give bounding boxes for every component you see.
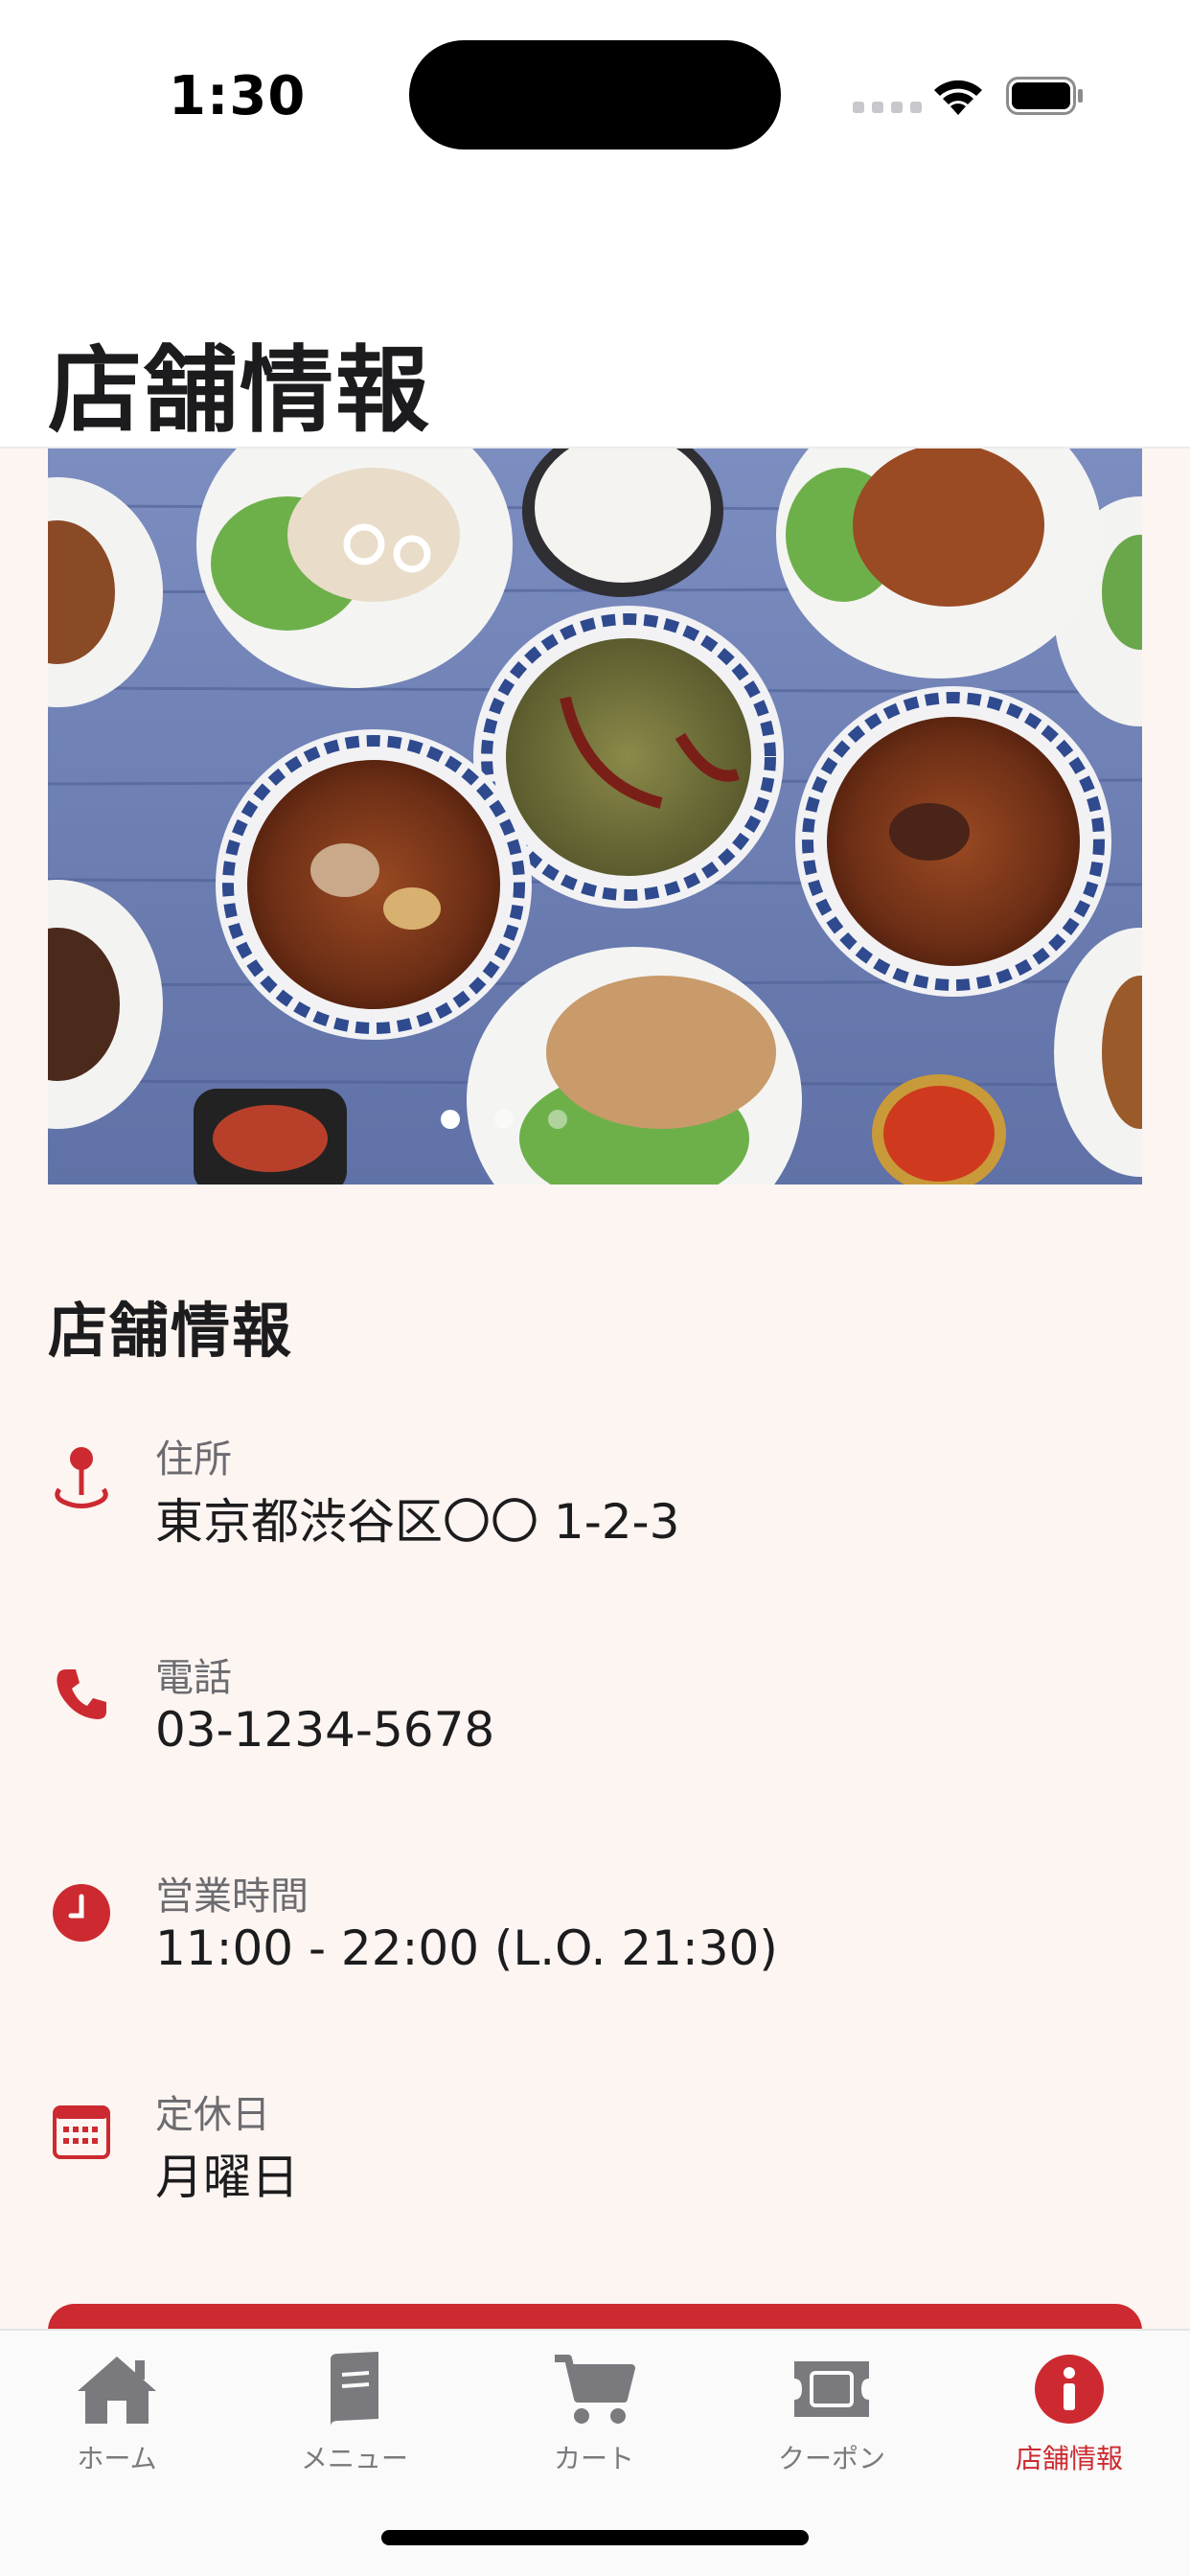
tab-menu[interactable]: メニュー bbox=[259, 2348, 450, 2492]
hours-label: 営業時間 bbox=[155, 1874, 309, 1919]
battery-icon bbox=[1006, 77, 1085, 119]
menu-book-icon bbox=[309, 2348, 400, 2430]
navigation-header: 店舗情報 bbox=[0, 192, 1190, 448]
page-dot-2[interactable] bbox=[494, 1110, 514, 1129]
tab-cart[interactable]: カート bbox=[498, 2348, 690, 2492]
store-info-heading: 店舗情報 bbox=[48, 1296, 294, 1366]
address-label: 住所 bbox=[155, 1438, 232, 1482]
calendar-icon bbox=[48, 2093, 115, 2170]
tab-home-label: ホーム bbox=[77, 2443, 157, 2474]
holiday-value: 月曜日 bbox=[155, 2150, 299, 2205]
address-row: 住所 東京都渋谷区〇〇 1-2-3 bbox=[48, 1428, 1102, 1572]
address-value[interactable]: 東京都渋谷区〇〇 1-2-3 bbox=[155, 1484, 679, 1552]
hours-value: 11:00 - 22:00 (L.O. 21:30) bbox=[155, 1920, 778, 1976]
hours-row: 営業時間 11:00 - 22:00 (L.O. 21:30) bbox=[48, 1865, 1102, 2009]
tab-coupon-label: クーポン bbox=[777, 2443, 885, 2474]
dynamic-island bbox=[409, 40, 781, 150]
tab-menu-label: メニュー bbox=[300, 2443, 408, 2474]
phone-row: 電話 03-1234-5678 bbox=[48, 1646, 1102, 1790]
phone-value[interactable]: 03-1234-5678 bbox=[155, 1702, 494, 1758]
cellular-signal-icon bbox=[853, 102, 922, 113]
tab-coupon[interactable]: クーポン bbox=[736, 2348, 927, 2492]
home-icon bbox=[71, 2348, 163, 2430]
tab-store-info[interactable]: 店舗情報 bbox=[973, 2348, 1165, 2492]
food-photo-image bbox=[48, 448, 1142, 1184]
carousel-page-indicator[interactable] bbox=[48, 1110, 1051, 1129]
tab-store-info-label: 店舗情報 bbox=[1015, 2443, 1123, 2474]
wifi-icon bbox=[929, 75, 987, 121]
holiday-row: 定休日 月曜日 bbox=[48, 2083, 1102, 2227]
clock-icon bbox=[48, 1874, 115, 1951]
info-icon bbox=[1023, 2348, 1115, 2430]
phone-icon bbox=[48, 1656, 115, 1733]
status-time: 1:30 bbox=[169, 65, 307, 127]
page-title: 店舗情報 bbox=[48, 336, 432, 446]
tab-home[interactable]: ホーム bbox=[21, 2348, 213, 2492]
page-dot-3[interactable] bbox=[548, 1110, 567, 1129]
home-indicator[interactable] bbox=[381, 2530, 809, 2545]
status-bar: 1:30 bbox=[0, 0, 1190, 192]
store-photo-carousel[interactable] bbox=[48, 448, 1142, 1184]
tab-cart-label: カート bbox=[553, 2443, 634, 2474]
app-screen: 1:30 店舗情報 店舗情報 住所 東京都渋谷区〇〇 1-2-3 電話 03-1… bbox=[0, 0, 1190, 2576]
location-pin-icon bbox=[48, 1438, 115, 1514]
page-dot-1[interactable] bbox=[441, 1110, 460, 1129]
cart-icon bbox=[548, 2348, 640, 2430]
phone-label: 電話 bbox=[155, 1656, 232, 1700]
holiday-label: 定休日 bbox=[155, 2093, 270, 2137]
coupon-ticket-icon bbox=[786, 2348, 878, 2430]
